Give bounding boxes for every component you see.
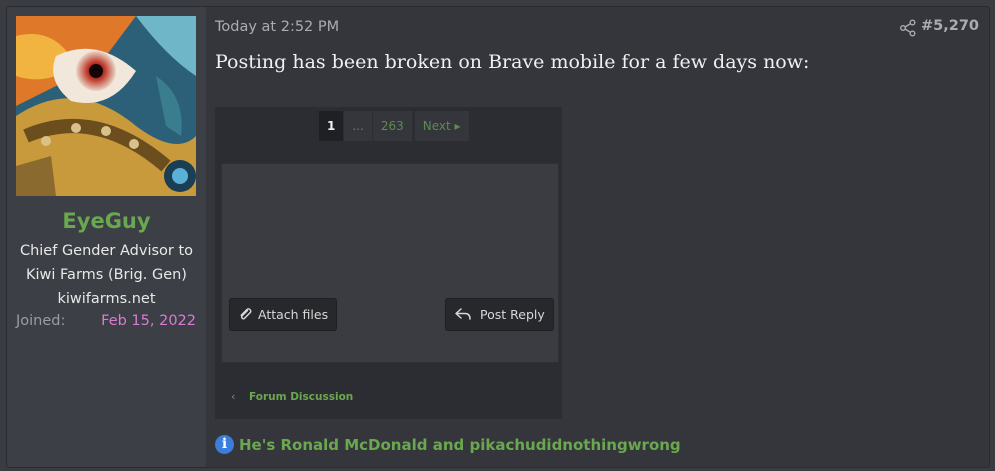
signature-text[interactable]: He's Ronald McDonald and pikachudidnothi… <box>239 436 681 454</box>
chevron-left-icon: ‹ <box>231 390 236 403</box>
post-content: Today at 2:52 PM #5,270 Posting has been… <box>206 7 989 467</box>
paperclip-icon <box>240 308 252 320</box>
pagination: 1 ... 263 Next ▸ <box>319 111 470 141</box>
page-next: Next ▸ <box>414 111 470 141</box>
avatar[interactable] <box>16 16 196 196</box>
post-reply-label: Post Reply <box>480 307 545 322</box>
page-ellipsis: ... <box>344 111 373 141</box>
page-current: 1 <box>319 111 345 141</box>
joined-label: Joined: <box>16 313 66 329</box>
attach-files-label: Attach files <box>258 307 329 322</box>
user-title-line: Kiwi Farms (Brig. Gen) <box>26 267 187 283</box>
post-container: EyeGuy Chief Gender Advisor to Kiwi Farm… <box>6 6 990 468</box>
post-message: Posting has been broken on Brave mobile … <box>215 51 810 73</box>
user-title-line: Chief Gender Advisor to <box>19 243 194 259</box>
page-last: 263 <box>372 111 413 141</box>
user-title-line: kiwifarms.net <box>57 291 156 307</box>
embedded-screenshot[interactable]: 1 ... 263 Next ▸ Attach files Post Reply <box>215 107 562 419</box>
share-icon[interactable] <box>899 19 917 37</box>
reply-editor: Attach files Post Reply <box>221 163 559 363</box>
post-number-link[interactable]: #5,270 <box>921 18 979 34</box>
forum-discussion-link: Forum Discussion <box>249 391 354 403</box>
username-link[interactable]: EyeGuy <box>7 209 206 233</box>
user-info-column: EyeGuy Chief Gender Advisor to Kiwi Farm… <box>7 7 206 467</box>
signature: i He's Ronald McDonald and pikachudidnot… <box>215 435 681 454</box>
post-reply-button: Post Reply <box>445 298 554 331</box>
joined-date: Feb 15, 2022 <box>101 313 196 329</box>
reply-icon <box>455 308 471 320</box>
post-timestamp[interactable]: Today at 2:52 PM <box>215 19 339 35</box>
info-icon: i <box>215 435 234 454</box>
attach-files-button: Attach files <box>229 298 338 331</box>
user-title: Chief Gender Advisor to Kiwi Farms (Brig… <box>7 239 206 311</box>
